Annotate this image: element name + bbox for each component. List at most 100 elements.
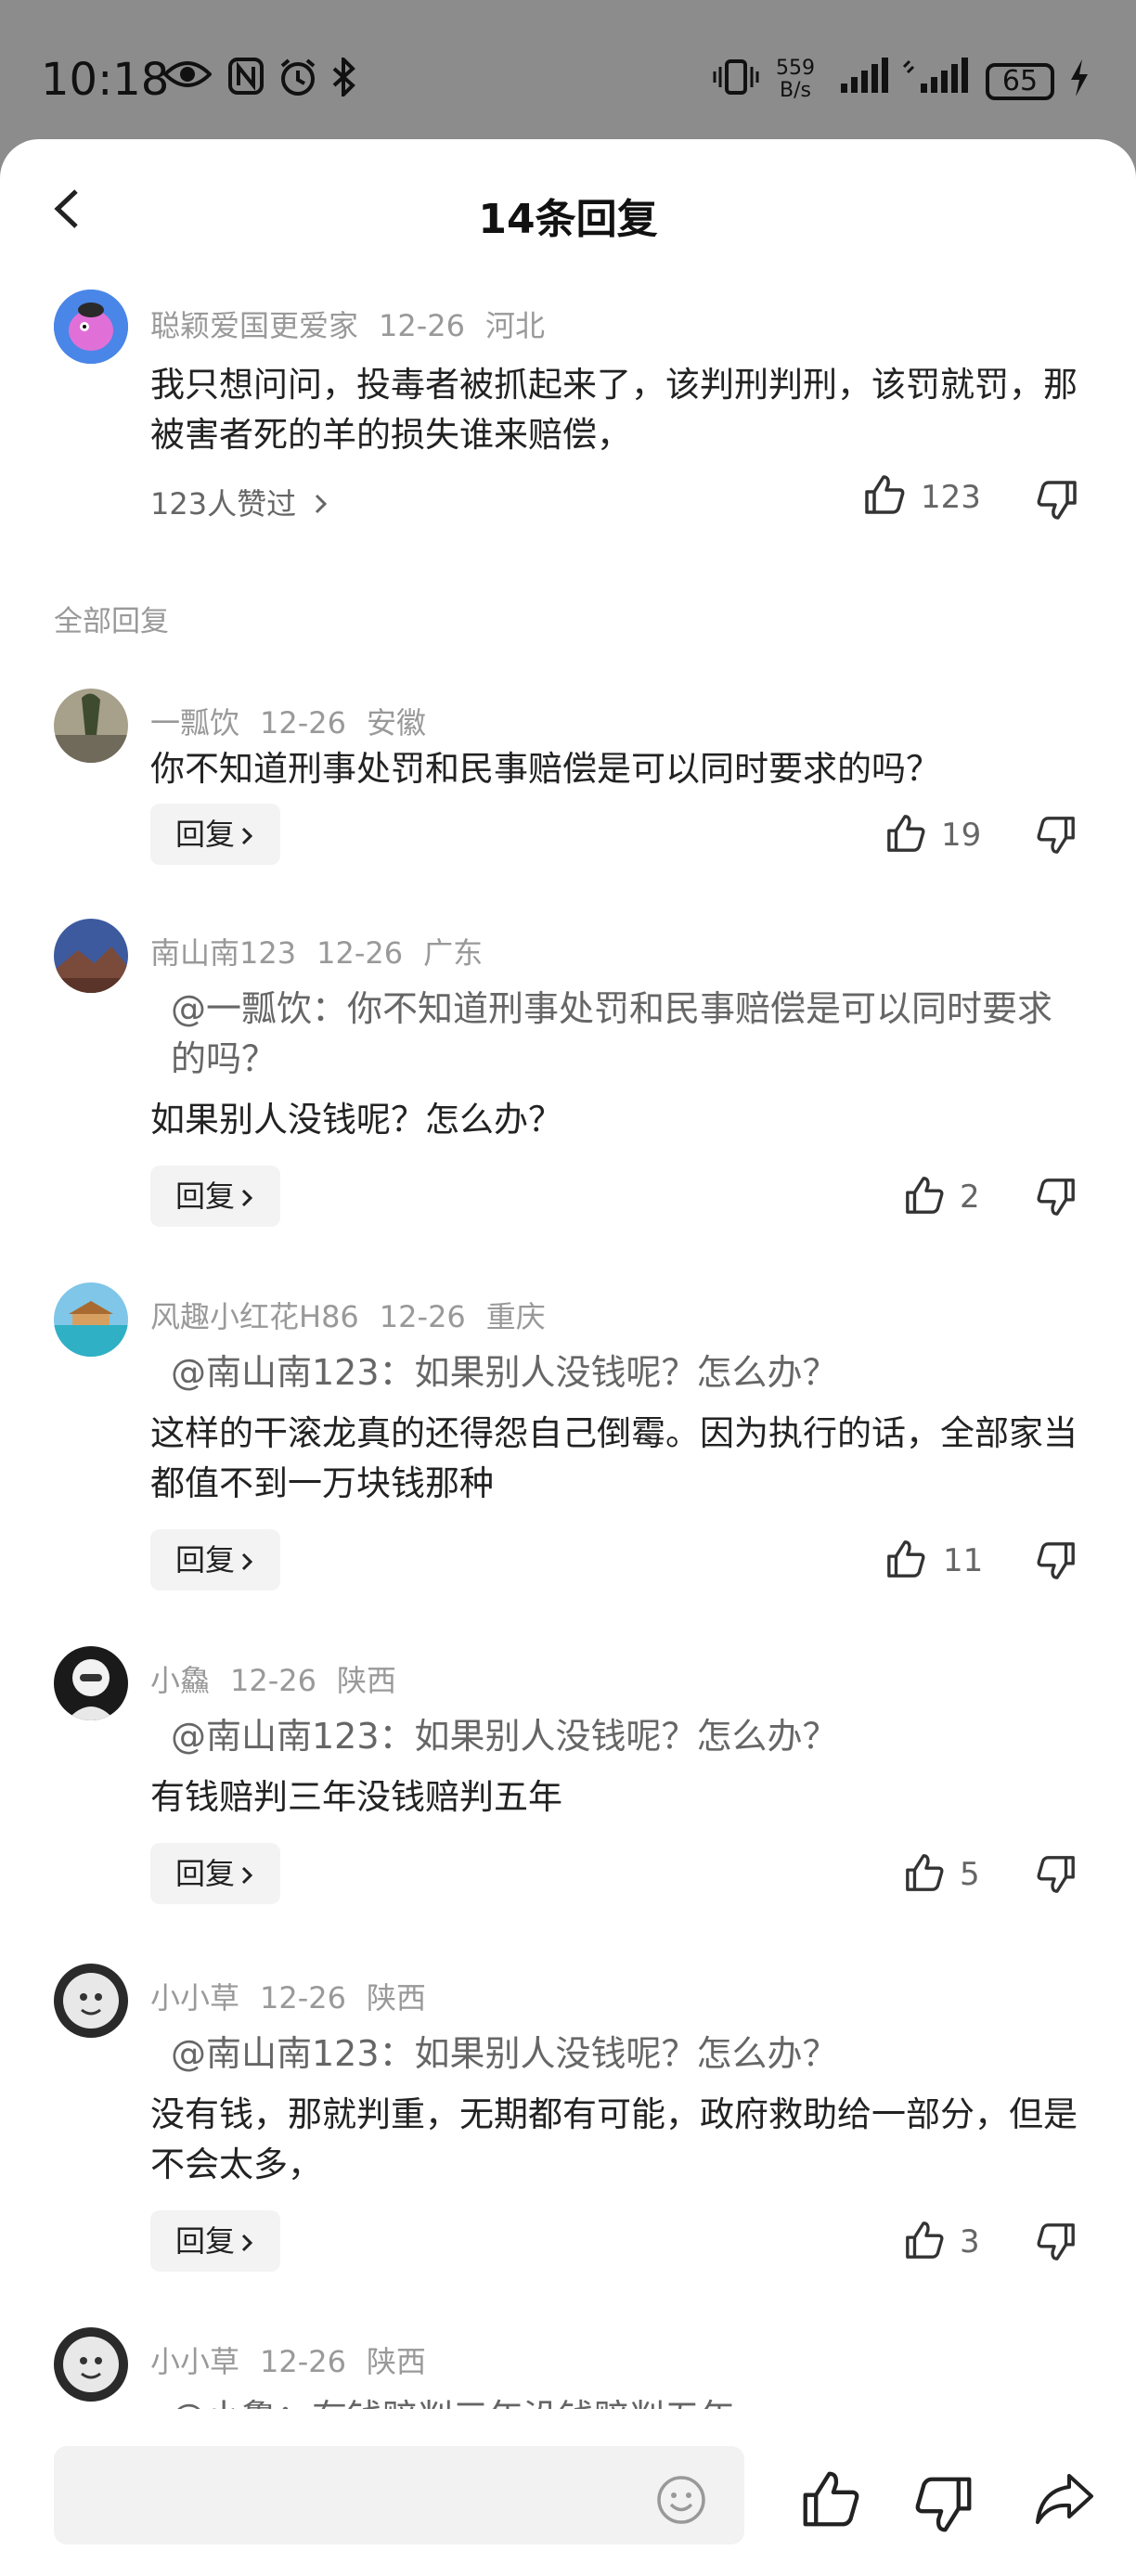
thumbs-up-icon bbox=[906, 2222, 944, 2259]
like-button[interactable] bbox=[885, 1539, 926, 1583]
username[interactable]: 小鱻 bbox=[150, 1663, 210, 1698]
username[interactable]: 小小草 bbox=[150, 2344, 239, 2379]
likers-link[interactable]: 123人赞过 bbox=[150, 481, 329, 523]
reply-input[interactable] bbox=[54, 2446, 744, 2544]
reply-text: 这样的干滚龙真的还得怨自己倒霉。因为执行的话，全部家当都值不到一万块钱那种 bbox=[150, 1413, 1078, 1503]
reply-meta: 小小草 12-26 陕西 bbox=[150, 1975, 446, 2017]
reply-date: 12-26 bbox=[316, 935, 404, 971]
thumbs-up-icon bbox=[887, 1540, 925, 1578]
like-count: 123 bbox=[921, 479, 981, 516]
reply-button-label: 回复 bbox=[174, 817, 235, 852]
reply-location: 安徽 bbox=[367, 705, 427, 741]
like-count: 2 bbox=[960, 1179, 980, 1216]
thumbs-up-icon bbox=[906, 1854, 944, 1891]
reply-button[interactable]: 回复 bbox=[150, 2210, 280, 2272]
like-count: 5 bbox=[960, 1856, 980, 1893]
main-comment: 聪颖爱国更爱家 12-26 河北 我只想问问，投毒者被抓起来了，该判刑判刑，该罚就罚… bbox=[0, 290, 1136, 679]
comment-text: 我只想问问，投毒者被抓起来了，该判刑判刑，该罚就罚，那被害者死的羊的损失谁来赔偿… bbox=[150, 365, 1078, 455]
dislike-button[interactable] bbox=[1036, 815, 1077, 859]
like-count: 3 bbox=[960, 2223, 980, 2260]
alarm-icon bbox=[278, 58, 317, 103]
reply-item: 南山南123 12-26 广东 @一瓢饮：你不知道刑事处罚和民事赔偿是可以同时要求的… bbox=[0, 919, 1136, 1290]
thumbs-up-icon bbox=[803, 2471, 859, 2527]
thumbs-down-icon bbox=[1037, 1179, 1075, 1216]
dislike-post-button[interactable] bbox=[913, 2474, 975, 2539]
chevron-right-icon bbox=[316, 494, 328, 514]
like-button[interactable] bbox=[904, 2220, 945, 2264]
username[interactable]: 小小草 bbox=[150, 1980, 239, 2016]
reply-button-label: 回复 bbox=[174, 1856, 235, 1891]
chevron-right-icon bbox=[241, 1866, 253, 1885]
reply-date: 12-26 bbox=[230, 1663, 316, 1698]
avatar[interactable] bbox=[54, 689, 128, 763]
like-button[interactable] bbox=[904, 1852, 945, 1897]
thumbs-down-icon bbox=[1037, 1542, 1075, 1579]
reply-button[interactable]: 回复 bbox=[150, 1166, 280, 1227]
comment-meta: 聪颖爱国更爱家 12-26 河北 bbox=[150, 303, 565, 345]
reply-location: 广东 bbox=[423, 935, 484, 971]
quoted-reply: @南山南123：如果别人没钱呢？怎么办？ bbox=[171, 1716, 838, 1757]
thumbs-down-icon bbox=[1037, 1856, 1075, 1893]
share-button[interactable] bbox=[1034, 2470, 1095, 2531]
vibrate-icon bbox=[713, 58, 759, 103]
dislike-button[interactable] bbox=[1036, 2222, 1077, 2266]
reply-text: 没有钱，那就判重，无期都有可能，政府救助给一部分，但是不会太多， bbox=[150, 2094, 1078, 2184]
share-icon bbox=[1036, 2474, 1093, 2524]
reply-meta: 小小草 12-26 陕西 bbox=[150, 2338, 446, 2381]
status-time: 10:18 bbox=[41, 54, 170, 106]
like-button[interactable] bbox=[885, 813, 926, 857]
reply-meta: 风趣小红花H86 12-26 重庆 bbox=[150, 1294, 566, 1336]
page-title: 14条回复 bbox=[478, 196, 658, 243]
like-button[interactable] bbox=[863, 473, 906, 520]
like-button[interactable] bbox=[904, 1175, 945, 1219]
avatar[interactable] bbox=[54, 1646, 128, 1720]
reply-button[interactable]: 回复 bbox=[150, 1529, 280, 1591]
reply-item: 小鱻 12-26 陕西 @南山南123：如果别人没钱呢？怎么办？ 有钱赔判三年没钱赔… bbox=[0, 1646, 1136, 1943]
chevron-right-icon bbox=[241, 827, 253, 845]
bluetooth-icon bbox=[330, 55, 356, 103]
avatar[interactable] bbox=[54, 2327, 128, 2402]
username[interactable]: 一瓢饮 bbox=[150, 705, 239, 741]
thumbs-up-icon bbox=[865, 475, 905, 514]
smiley-icon bbox=[657, 2476, 705, 2524]
reply-meta: 小鱻 12-26 陕西 bbox=[150, 1657, 417, 1700]
reply-date: 12-26 bbox=[260, 2344, 346, 2379]
emoji-button[interactable] bbox=[655, 2474, 707, 2530]
quoted-reply: @南山南123：如果别人没钱呢？怎么办？ bbox=[171, 2033, 838, 2074]
comment-location: 河北 bbox=[485, 308, 546, 343]
avatar[interactable] bbox=[54, 290, 128, 364]
signal-2-icon bbox=[902, 58, 973, 101]
avatar[interactable] bbox=[54, 919, 128, 993]
reply-location: 陕西 bbox=[367, 2344, 427, 2379]
replies-sheet: 14条回复 聪颖爱国更爱家 12-26 河北 我只想问问，投毒者被抓起来了，该判刑判… bbox=[0, 139, 1136, 2576]
thumbs-down-icon bbox=[1037, 481, 1077, 520]
header: 14条回复 bbox=[0, 139, 1136, 278]
username[interactable]: 聪颖爱国更爱家 bbox=[150, 308, 358, 343]
thumbs-up-icon bbox=[906, 1177, 944, 1214]
reply-date: 12-26 bbox=[260, 705, 346, 741]
chevron-right-icon bbox=[241, 2234, 253, 2252]
reply-text: 你不知道刑事处罚和民事赔偿是可以同时要求的吗？ bbox=[150, 749, 940, 789]
avatar[interactable] bbox=[54, 1282, 128, 1357]
avatar[interactable] bbox=[54, 1964, 128, 2038]
dislike-button[interactable] bbox=[1036, 1854, 1077, 1899]
dislike-button[interactable] bbox=[1036, 1540, 1077, 1585]
dislike-button[interactable] bbox=[1036, 479, 1078, 525]
reply-text: 有钱赔判三年没钱赔判五年 bbox=[150, 1777, 562, 1817]
reply-button[interactable]: 回复 bbox=[150, 1843, 280, 1904]
reply-meta: 一瓢饮 12-26 安徽 bbox=[150, 700, 446, 742]
reply-location: 陕西 bbox=[337, 1663, 397, 1698]
reply-location: 重庆 bbox=[485, 1299, 546, 1334]
thumbs-up-icon bbox=[887, 815, 925, 852]
username[interactable]: 风趣小红花H86 bbox=[150, 1299, 359, 1334]
thumbs-down-icon bbox=[1037, 817, 1075, 854]
reply-text: 如果别人没钱呢？怎么办？ bbox=[150, 1100, 562, 1140]
status-bar: 10:18 559 B/s 65 bbox=[0, 0, 1136, 139]
reply-location: 陕西 bbox=[367, 1980, 427, 2016]
reply-button-label: 回复 bbox=[174, 1179, 235, 1214]
like-post-button[interactable] bbox=[800, 2468, 861, 2533]
reply-item: 风趣小红花H86 12-26 重庆 @南山南123：如果别人没钱呢？怎么办？ 这样的… bbox=[0, 1282, 1136, 1654]
dislike-button[interactable] bbox=[1036, 1177, 1077, 1221]
reply-button[interactable]: 回复 bbox=[150, 804, 280, 865]
username[interactable]: 南山南123 bbox=[150, 935, 296, 971]
